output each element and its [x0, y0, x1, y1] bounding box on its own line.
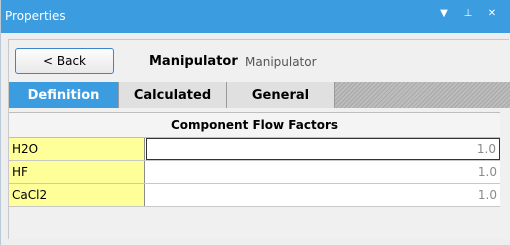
- title-bar: Properties ▼ ⊥ ✕: [1, 0, 510, 33]
- flow-factor-cell-cacl2[interactable]: 1.0: [146, 184, 500, 206]
- dropdown-icon[interactable]: ▼: [437, 8, 451, 19]
- tab-calculated[interactable]: Calculated: [119, 82, 227, 108]
- table-row: H2O 1.0: [9, 138, 500, 161]
- component-flow-factors-table: Component Flow Factors H2O 1.0 HF 1.0 Ca…: [9, 112, 500, 207]
- properties-panel: Properties ▼ ⊥ ✕ < Back Manipulator Mani…: [0, 0, 510, 245]
- component-label-hf: HF: [9, 161, 145, 183]
- pin-icon[interactable]: ⊥: [461, 8, 475, 19]
- tab-general[interactable]: General: [227, 82, 335, 108]
- flow-factor-cell-hf[interactable]: 1.0: [146, 161, 500, 183]
- component-label-cacl2: CaCl2: [9, 184, 145, 206]
- panel-title: Properties: [5, 9, 66, 23]
- table-title: Component Flow Factors: [9, 113, 500, 138]
- flow-factor-cell-h2o[interactable]: 1.0: [146, 138, 500, 160]
- properties-content: < Back Manipulator Manipulator Definitio…: [8, 39, 510, 239]
- object-type: Manipulator: [245, 55, 317, 69]
- tab-strip: Definition Calculated General: [9, 82, 510, 108]
- table-row: CaCl2 1.0: [9, 184, 500, 207]
- tab-definition[interactable]: Definition: [9, 82, 119, 108]
- close-icon[interactable]: ✕: [485, 8, 499, 19]
- back-button[interactable]: < Back: [15, 48, 114, 74]
- component-label-h2o: H2O: [9, 138, 145, 160]
- table-row: HF 1.0: [9, 161, 500, 184]
- title-bar-controls: ▼ ⊥ ✕: [437, 8, 499, 19]
- object-name: Manipulator: [149, 54, 238, 69]
